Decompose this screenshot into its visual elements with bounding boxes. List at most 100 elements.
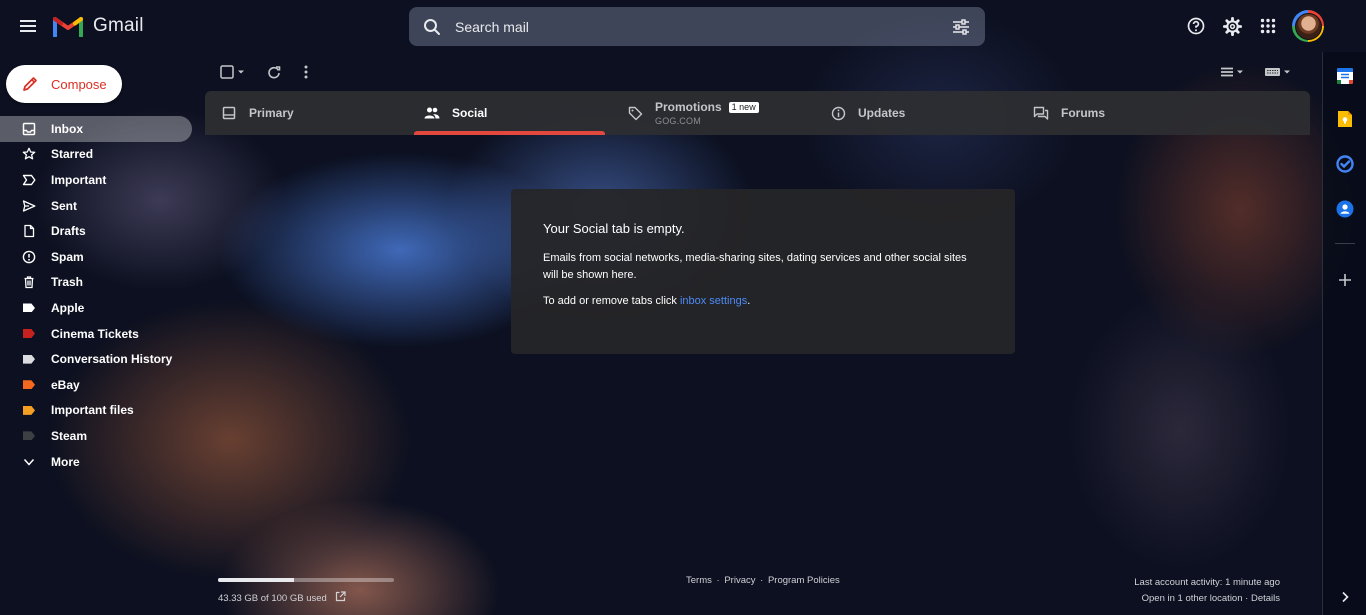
compose-button[interactable]: Compose — [6, 65, 122, 103]
new-count-badge: 1 new — [728, 101, 759, 113]
promotions-tab-title-row: Promotions 1 new — [655, 100, 759, 114]
info-icon — [829, 104, 847, 122]
trash-icon — [22, 275, 36, 289]
top-right-actions — [1178, 10, 1324, 42]
tasks-icon[interactable] — [1334, 153, 1356, 175]
inbox-icon — [220, 104, 238, 122]
storage-bar-fill — [218, 578, 295, 582]
sidebar-item-important-files[interactable]: Important files — [0, 398, 192, 424]
label-icon — [22, 378, 36, 392]
storage-meter: 43.33 GB of 100 GB used — [218, 578, 394, 605]
empty-tab-title: Your Social tab is empty. — [543, 221, 685, 236]
important-icon — [22, 173, 36, 187]
terms-link[interactable]: Terms — [686, 575, 712, 586]
tab-updates[interactable]: Updates — [814, 91, 1017, 135]
sidebar-item-apple[interactable]: Apple — [0, 295, 192, 321]
tab-label: Updates — [858, 106, 906, 120]
sidebar-item-spam[interactable]: Spam — [0, 244, 192, 270]
sidebar-item-trash[interactable]: Trash — [0, 270, 192, 296]
search-input[interactable] — [455, 7, 937, 46]
gmail-logo[interactable]: Gmail — [53, 14, 144, 37]
add-on-plus-icon[interactable] — [1334, 269, 1356, 291]
contacts-icon[interactable] — [1334, 198, 1356, 220]
label-icon — [22, 301, 36, 315]
density-toggle-icon[interactable] — [1218, 60, 1248, 84]
program-policies-link[interactable]: Program Policies — [768, 575, 840, 586]
label-icon — [22, 327, 36, 341]
label-icon — [22, 403, 36, 417]
tab-primary[interactable]: Primary — [205, 91, 408, 135]
open-storage-external-icon[interactable] — [335, 591, 346, 605]
select-checkbox[interactable] — [219, 60, 247, 84]
footer-separator: · — [716, 575, 720, 586]
storage-usage-row: 43.33 GB of 100 GB used — [218, 591, 394, 605]
sidebar-item-more[interactable]: More — [0, 449, 192, 475]
more-options-icon[interactable] — [296, 60, 316, 84]
pencil-icon — [23, 77, 37, 91]
hint-text: To add or remove tabs click — [543, 295, 680, 307]
sidebar-item-important[interactable]: Important — [0, 167, 192, 193]
hint-suffix: . — [747, 295, 751, 307]
sidebar-item-label: Cinema Tickets — [51, 326, 139, 341]
tab-label: Social — [452, 106, 488, 120]
footer-separator: · — [760, 575, 764, 586]
main-menu-icon[interactable] — [14, 12, 42, 40]
sidebar-item-label: Apple — [51, 300, 85, 315]
sidebar-item-steam[interactable]: Steam — [0, 423, 192, 449]
sidebar-nav: Inbox Starred Important Sent Drafts Spam… — [0, 116, 192, 474]
privacy-link[interactable]: Privacy — [724, 575, 755, 586]
avatar-photo — [1294, 12, 1322, 40]
side-panel-divider — [1335, 243, 1355, 244]
label-icon — [22, 352, 36, 366]
sidebar-item-conversation-history[interactable]: Conversation History — [0, 346, 192, 372]
calendar-icon[interactable] — [1334, 65, 1356, 87]
sidebar-item-ebay[interactable]: eBay — [0, 372, 192, 398]
sidebar-item-label: Starred — [51, 147, 94, 162]
inbox-tabs: Primary Social Promotions 1 new GOG.COM … — [205, 91, 1310, 135]
account-activity: Last account activity: 1 minute ago Open… — [1134, 575, 1280, 607]
help-icon[interactable] — [1178, 10, 1214, 42]
activity-details-link[interactable]: Details — [1251, 593, 1280, 604]
sidebar-item-cinema-tickets[interactable]: Cinema Tickets — [0, 321, 192, 347]
star-icon — [22, 147, 36, 161]
search-options-icon[interactable] — [937, 18, 985, 35]
spam-icon — [22, 250, 36, 264]
draft-icon — [22, 224, 36, 238]
sidebar-item-label: eBay — [51, 377, 80, 392]
last-activity-text: Last account activity: 1 minute ago — [1134, 577, 1280, 588]
sidebar-item-inbox[interactable]: Inbox — [0, 116, 192, 142]
app-name: Gmail — [93, 14, 144, 36]
gmail-m-icon — [53, 17, 83, 37]
promotions-tab-text: Promotions 1 new GOG.COM — [655, 100, 759, 126]
settings-gear-icon[interactable] — [1214, 10, 1250, 42]
sidebar-item-label: Conversation History — [51, 352, 173, 367]
apps-grid-icon[interactable] — [1250, 10, 1286, 42]
sidebar-item-sent[interactable]: Sent — [0, 193, 192, 219]
keep-notes-icon[interactable] — [1334, 108, 1356, 130]
sidebar-item-label: Steam — [51, 428, 88, 443]
forum-icon — [1032, 104, 1050, 122]
storage-usage-text: 43.33 GB of 100 GB used — [218, 592, 327, 604]
sidebar-item-drafts[interactable]: Drafts — [0, 218, 192, 244]
account-avatar[interactable] — [1292, 10, 1324, 42]
people-icon — [423, 104, 441, 122]
tab-social[interactable]: Social — [408, 91, 611, 135]
empty-tab-panel: Your Social tab is empty. Emails from so… — [511, 189, 1015, 354]
inbox-settings-link[interactable]: inbox settings — [680, 295, 747, 307]
input-tools-keyboard-icon[interactable] — [1262, 60, 1294, 84]
sidebar-item-label: Important files — [51, 403, 134, 418]
refresh-icon[interactable] — [263, 60, 285, 84]
mail-toolbar — [205, 58, 1310, 86]
sidebar-item-label: More — [51, 454, 80, 469]
sidebar-item-label: Sent — [51, 198, 78, 213]
tag-icon — [626, 104, 644, 122]
tab-promotions[interactable]: Promotions 1 new GOG.COM — [611, 91, 814, 135]
expand-panel-chevron-icon[interactable] — [1334, 586, 1356, 608]
compose-label: Compose — [51, 76, 107, 92]
footer-links: Terms · Privacy · Program Policies — [686, 575, 840, 586]
sidebar-item-starred[interactable]: Starred — [0, 142, 192, 168]
inbox-icon — [22, 122, 36, 136]
tab-sender-preview: GOG.COM — [655, 116, 701, 126]
search-icon[interactable] — [409, 18, 455, 36]
tab-forums[interactable]: Forums — [1017, 91, 1220, 135]
